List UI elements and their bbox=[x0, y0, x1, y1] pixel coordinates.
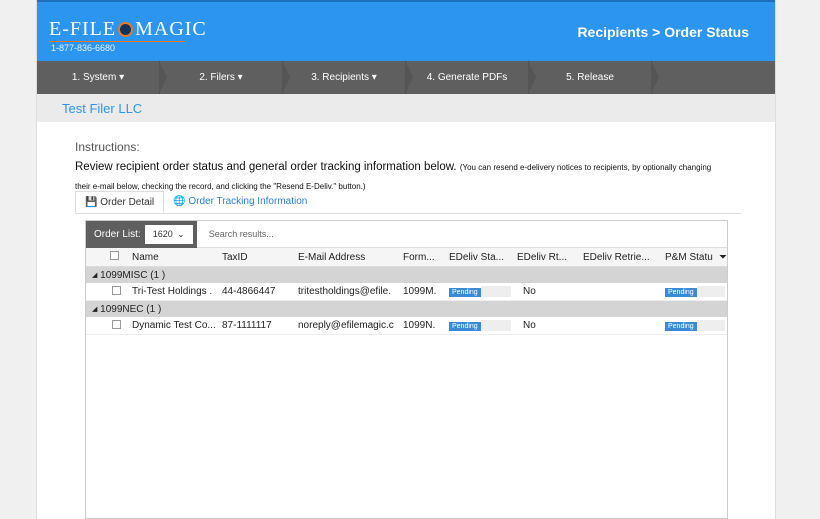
col-email[interactable]: E-Mail Address bbox=[298, 252, 403, 263]
cell-edeliv-rt: No bbox=[523, 320, 536, 331]
status-bar bbox=[480, 319, 511, 331]
app-frame: E-FILE MAGIC 1-877-836-6680 Recipients > … bbox=[36, 0, 776, 519]
order-list-label: Order List: bbox=[94, 228, 141, 240]
instructions-main: Review recipient order status and genera… bbox=[75, 161, 457, 173]
instructions-title: Instructions: bbox=[75, 140, 140, 154]
tab-label: Order Tracking Information bbox=[188, 196, 308, 207]
nav-label: 5. Release bbox=[566, 72, 614, 83]
globe-icon: 🌐 bbox=[173, 196, 186, 207]
col-pm-status[interactable]: P&M Statu bbox=[665, 252, 719, 263]
order-list-select[interactable]: 1620 ⌄ bbox=[144, 224, 193, 244]
logo[interactable]: E-FILE MAGIC bbox=[49, 18, 207, 41]
grid-toolbar: Order List: 1620 ⌄ Search results... bbox=[86, 220, 727, 248]
filer-name: Test Filer LLC bbox=[37, 94, 775, 122]
status-bar bbox=[696, 319, 725, 331]
col-name[interactable]: Name bbox=[132, 252, 222, 263]
table-row[interactable]: Dynamic Test Co... 87-1111117 noreply@ef… bbox=[86, 317, 727, 335]
header: E-FILE MAGIC 1-877-836-6680 Recipients > … bbox=[37, 0, 775, 61]
search-input[interactable]: Search results... bbox=[197, 229, 274, 239]
pm-status-badge: Pending bbox=[665, 322, 697, 332]
order-grid: Order List: 1620 ⌄ Search results... Name… bbox=[85, 220, 728, 519]
group-label: 1099NEC (1 ) bbox=[100, 303, 162, 315]
row-checkbox[interactable] bbox=[112, 285, 121, 295]
status-bar bbox=[480, 285, 511, 297]
col-taxid[interactable]: TaxID bbox=[222, 252, 298, 263]
phone-number: 1-877-836-6680 bbox=[51, 43, 116, 53]
cell-edeliv-rt: No bbox=[523, 286, 536, 297]
cell-name: Dynamic Test Co... bbox=[132, 320, 216, 331]
tab-order-detail[interactable]: 💾 Order Detail bbox=[75, 191, 165, 213]
page-title: Recipients > Order Status bbox=[577, 24, 749, 40]
save-icon: 💾 bbox=[85, 197, 98, 208]
order-list-value: 1620 bbox=[152, 228, 173, 239]
select-all-checkbox[interactable] bbox=[110, 251, 119, 260]
cell-taxid: 87-1111117 bbox=[222, 320, 272, 331]
cell-form: 1099N. bbox=[403, 320, 436, 331]
globe-icon bbox=[118, 22, 134, 37]
edeliv-status-badge: Pending bbox=[449, 322, 481, 332]
wizard-nav: 1. System ▾ 2. Filers ▾ 3. Recipients ▾ … bbox=[37, 61, 775, 94]
nav-release[interactable]: 5. Release bbox=[529, 61, 659, 94]
nav-label: 3. Recipients bbox=[311, 72, 369, 83]
nav-generate-pdfs[interactable]: 4. Generate PDFs bbox=[406, 61, 536, 94]
tabs: 💾 Order Detail 🌐 Order Tracking Informat… bbox=[75, 191, 741, 214]
instructions: Instructions: Review recipient order sta… bbox=[75, 140, 725, 196]
nav-label: 1. System bbox=[71, 72, 117, 83]
nav-filers[interactable]: 2. Filers ▾ bbox=[160, 61, 290, 94]
column-menu-icon[interactable]: ⏷ bbox=[719, 252, 727, 263]
col-edeliv-status[interactable]: EDeliv Sta... bbox=[449, 252, 517, 263]
column-header-row: Name TaxID E-Mail Address Form... EDeliv… bbox=[86, 248, 727, 267]
row-checkbox[interactable] bbox=[112, 319, 121, 329]
collapse-icon[interactable]: ◢ bbox=[92, 305, 97, 313]
nav-recipients[interactable]: 3. Recipients ▾ bbox=[283, 61, 413, 94]
cell-taxid: 44-4866447 bbox=[222, 286, 276, 297]
col-edeliv-rt[interactable]: EDeliv Rt... bbox=[517, 252, 583, 263]
table-row[interactable]: Tri-Test Holdings . 44-4866447 tritestho… bbox=[86, 283, 727, 301]
cell-email[interactable]: noreply@efilemagic.c bbox=[298, 320, 403, 331]
tab-label: Order Detail bbox=[100, 197, 155, 208]
tab-order-tracking[interactable]: 🌐 Order Tracking Information bbox=[164, 191, 316, 213]
cell-email[interactable]: tritestholdings@efile. bbox=[298, 286, 403, 297]
group-row[interactable]: ◢ 1099NEC (1 ) bbox=[86, 301, 727, 317]
col-edeliv-retrieved[interactable]: EDeliv Retrie... bbox=[583, 252, 665, 263]
cell-form: 1099M. bbox=[403, 286, 437, 297]
logo-underline bbox=[49, 41, 185, 42]
pm-status-badge: Pending bbox=[665, 288, 697, 298]
nav-label: 4. Generate PDFs bbox=[426, 72, 508, 83]
group-row[interactable]: ◢ 1099MISC (1 ) bbox=[86, 267, 727, 283]
col-form[interactable]: Form... bbox=[403, 252, 449, 263]
status-bar bbox=[696, 285, 725, 297]
nav-system[interactable]: 1. System ▾ bbox=[37, 61, 167, 94]
collapse-icon[interactable]: ◢ bbox=[92, 271, 97, 279]
cell-name: Tri-Test Holdings . bbox=[132, 286, 213, 297]
chevron-down-icon: ⌄ bbox=[177, 228, 185, 239]
group-label: 1099MISC (1 ) bbox=[100, 269, 166, 281]
nav-label: 2. Filers bbox=[199, 72, 235, 83]
edeliv-status-badge: Pending bbox=[449, 288, 481, 298]
